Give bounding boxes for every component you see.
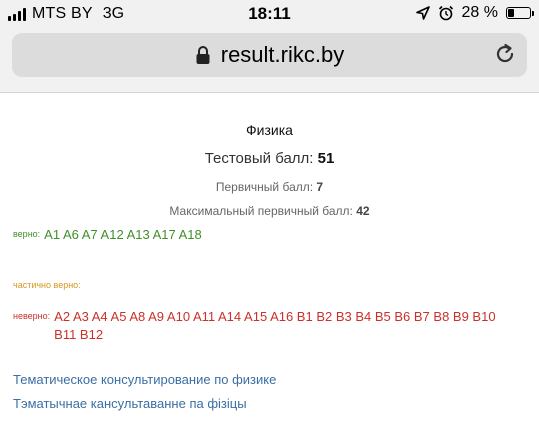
battery-level-fill — [508, 9, 514, 17]
battery-percent: 28 % — [461, 4, 498, 21]
browser-chrome: MTS BY 3G 18:11 28 % result.rikc.by — [0, 0, 539, 93]
lock-icon — [196, 46, 210, 64]
location-arrow-icon — [415, 6, 430, 20]
correct-items: A1 A6 A7 A12 A13 A17 A18 — [44, 227, 202, 242]
max-primary-score-label: Максимальный первичный балл: — [169, 204, 353, 218]
battery-icon — [506, 7, 534, 19]
partial-label: частично верно: — [13, 280, 81, 290]
battery-tip — [532, 11, 534, 16]
reload-icon[interactable] — [493, 42, 517, 66]
address-center: result.rikc.by — [12, 33, 527, 77]
url-text[interactable]: result.rikc.by — [221, 42, 344, 68]
correct-answers-row: верно: A1 A6 A7 A12 A13 A17 A18 — [13, 226, 202, 244]
primary-score-line: Первичный балл: 7 — [0, 180, 539, 194]
wrong-items: A2 A3 A4 A5 A8 A9 A10 A11 A14 A15 A16 B1… — [54, 309, 496, 342]
test-score-label: Тестовый балл: — [204, 150, 314, 167]
correct-label: верно: — [13, 229, 41, 239]
test-score-value: 51 — [317, 150, 335, 167]
max-primary-score-line: Максимальный первичный балл: 42 — [0, 204, 539, 218]
wrong-answers-row: неверно: A2 A3 A4 A5 A8 A9 A10 A11 A14 A… — [13, 308, 528, 344]
partial-answers-row: частично верно: — [13, 277, 85, 290]
subject-title: Физика — [246, 122, 293, 138]
results-page: Физика Тестовый балл: 51 Первичный балл:… — [0, 94, 539, 432]
max-primary-score-value: 42 — [356, 204, 370, 218]
primary-score-value: 7 — [316, 180, 324, 194]
status-bar: MTS BY 3G 18:11 28 % — [0, 0, 539, 30]
primary-score-label: Первичный балл: — [215, 180, 314, 194]
test-score-line: Тестовый балл: 51 — [0, 150, 539, 167]
wrong-label: неверно: — [13, 311, 51, 321]
address-bar[interactable]: result.rikc.by — [12, 33, 527, 77]
consultation-link-by[interactable]: Тэматычнае кансультаванне па фізіцы — [13, 396, 247, 411]
consultation-link-ru[interactable]: Тематическое консультирование по физике — [13, 372, 276, 387]
status-right: 28 % — [415, 4, 534, 22]
alarm-clock-icon — [438, 5, 453, 21]
